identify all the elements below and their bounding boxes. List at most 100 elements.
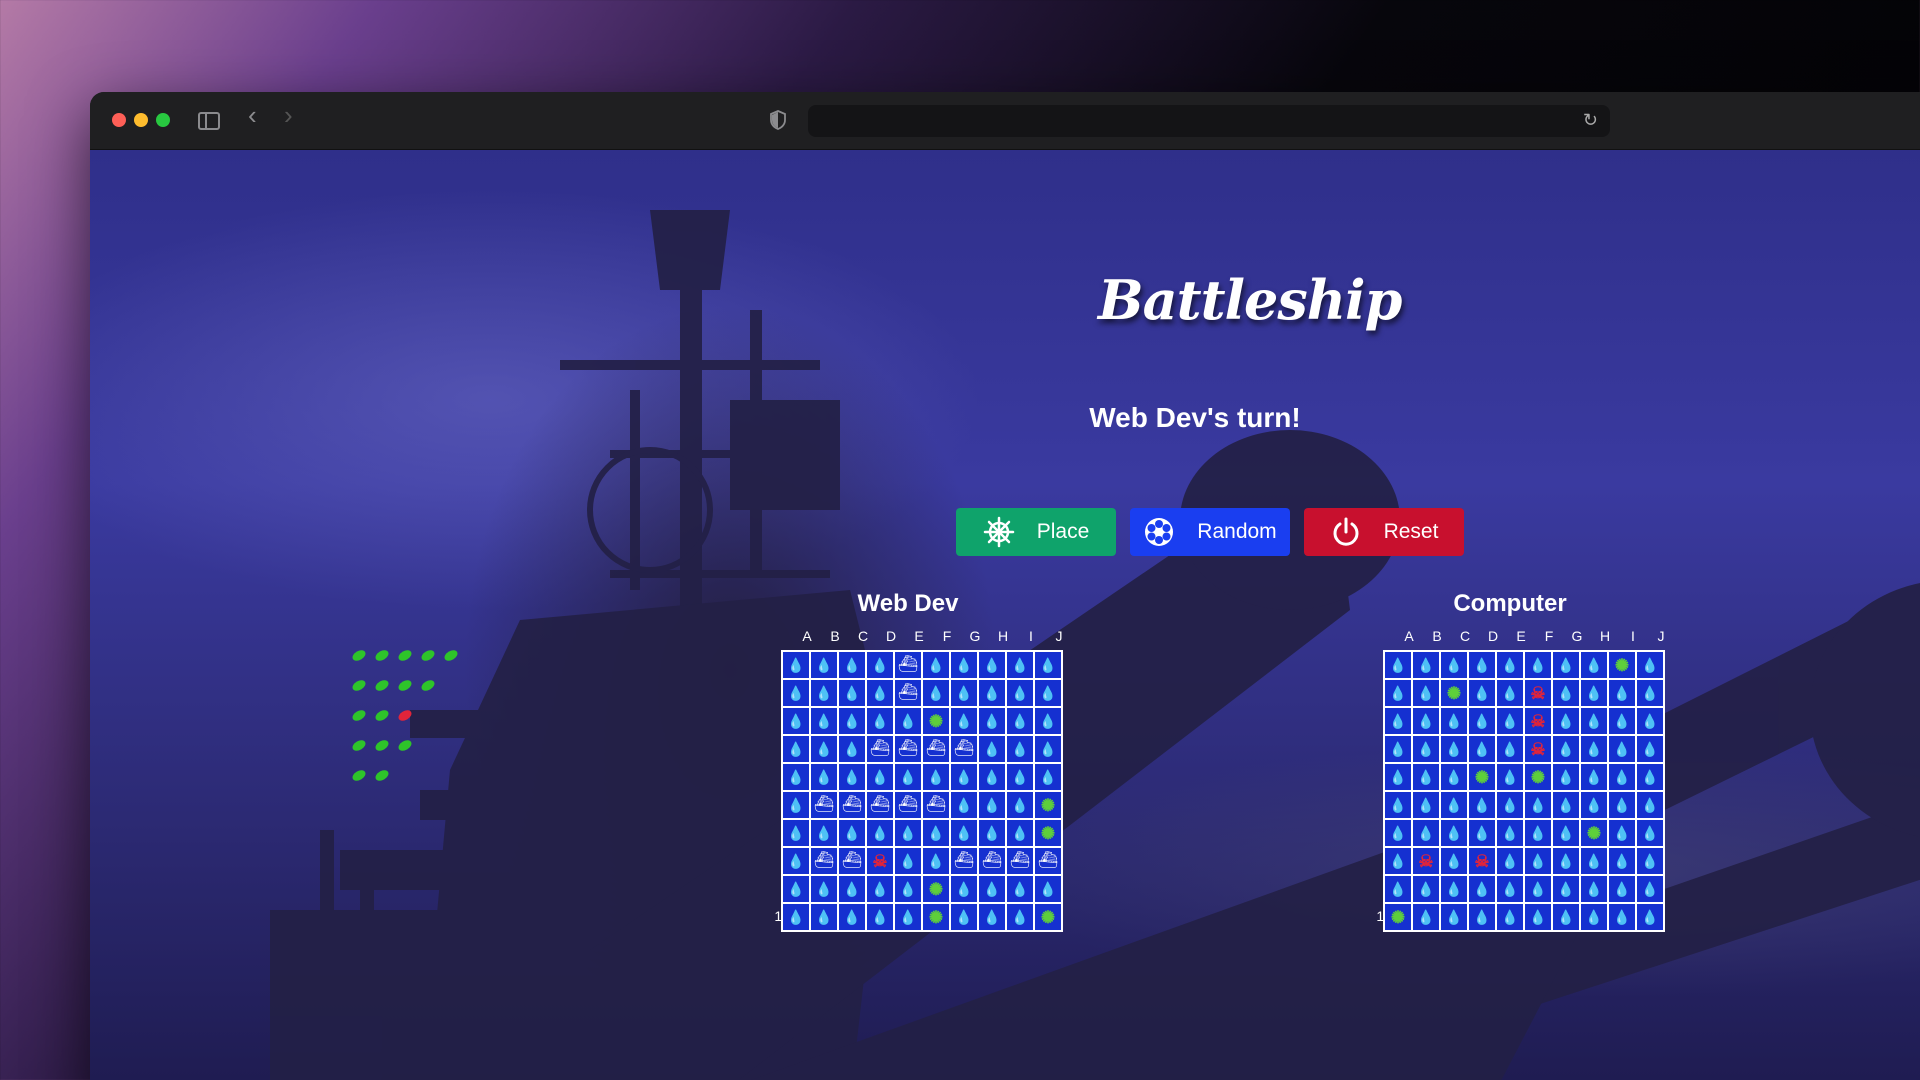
grid-cell-B9[interactable]: 💧 — [1412, 875, 1440, 903]
grid-cell-D6[interactable]: ⛴ — [866, 791, 894, 819]
grid-cell-C10[interactable]: 💧 — [838, 903, 866, 931]
grid-cell-I10[interactable]: 💧 — [1006, 903, 1034, 931]
grid-cell-A7[interactable]: 💧 — [1384, 819, 1412, 847]
address-bar[interactable]: ↻ — [808, 105, 1610, 137]
grid-cell-C10[interactable]: 💧 — [1440, 903, 1468, 931]
grid-cell-D1[interactable]: 💧 — [866, 651, 894, 679]
reset-button[interactable]: Reset — [1304, 508, 1464, 556]
grid-cell-G1[interactable]: 💧 — [1552, 651, 1580, 679]
grid-cell-E2[interactable]: ⛴ — [894, 679, 922, 707]
grid-cell-J6[interactable]: ✺ — [1034, 791, 1062, 819]
grid-cell-J3[interactable]: 💧 — [1034, 707, 1062, 735]
grid-cell-G6[interactable]: 💧 — [1552, 791, 1580, 819]
grid-cell-I6[interactable]: 💧 — [1608, 791, 1636, 819]
grid-cell-J6[interactable]: 💧 — [1636, 791, 1664, 819]
grid-cell-J2[interactable]: 💧 — [1034, 679, 1062, 707]
grid-cell-H7[interactable]: 💧 — [978, 819, 1006, 847]
grid-cell-J10[interactable]: ✺ — [1034, 903, 1062, 931]
grid-cell-B9[interactable]: 💧 — [810, 875, 838, 903]
grid-cell-F6[interactable]: ⛴ — [922, 791, 950, 819]
grid-cell-E1[interactable]: ⛴ — [894, 651, 922, 679]
grid-cell-C2[interactable]: 💧 — [838, 679, 866, 707]
grid-cell-H4[interactable]: 💧 — [1580, 735, 1608, 763]
grid-cell-B3[interactable]: 💧 — [810, 707, 838, 735]
grid-cell-A4[interactable]: 💧 — [1384, 735, 1412, 763]
grid-cell-E1[interactable]: 💧 — [1496, 651, 1524, 679]
grid-cell-D4[interactable]: 💧 — [1468, 735, 1496, 763]
grid-cell-I7[interactable]: 💧 — [1006, 819, 1034, 847]
grid-cell-D2[interactable]: 💧 — [866, 679, 894, 707]
grid-cell-C8[interactable]: 💧 — [1440, 847, 1468, 875]
grid-cell-D7[interactable]: 💧 — [866, 819, 894, 847]
grid-cell-I8[interactable]: ⛴ — [1006, 847, 1034, 875]
random-button[interactable]: Random — [1130, 508, 1290, 556]
grid-cell-A2[interactable]: 💧 — [782, 679, 810, 707]
grid-cell-E7[interactable]: 💧 — [894, 819, 922, 847]
grid-cell-D5[interactable]: 💧 — [866, 763, 894, 791]
grid-cell-G3[interactable]: 💧 — [1552, 707, 1580, 735]
grid-cell-J4[interactable]: 💧 — [1636, 735, 1664, 763]
grid-cell-B1[interactable]: 💧 — [1412, 651, 1440, 679]
grid-cell-H2[interactable]: 💧 — [978, 679, 1006, 707]
grid-cell-F4[interactable]: ⛴ — [922, 735, 950, 763]
grid-cell-H3[interactable]: 💧 — [1580, 707, 1608, 735]
grid-cell-H5[interactable]: 💧 — [978, 763, 1006, 791]
grid-cell-H7[interactable]: ✺ — [1580, 819, 1608, 847]
grid-cell-I10[interactable]: 💧 — [1608, 903, 1636, 931]
grid-cell-G8[interactable]: 💧 — [1552, 847, 1580, 875]
grid-cell-E8[interactable]: 💧 — [894, 847, 922, 875]
grid-cell-A5[interactable]: 💧 — [1384, 763, 1412, 791]
grid-cell-D7[interactable]: 💧 — [1468, 819, 1496, 847]
grid-cell-H6[interactable]: 💧 — [978, 791, 1006, 819]
sidebar-icon[interactable] — [198, 112, 220, 130]
grid-cell-E7[interactable]: 💧 — [1496, 819, 1524, 847]
grid-cell-C6[interactable]: ⛴ — [838, 791, 866, 819]
grid-cell-D5[interactable]: ✺ — [1468, 763, 1496, 791]
grid-cell-J5[interactable]: 💧 — [1636, 763, 1664, 791]
grid-cell-C4[interactable]: 💧 — [838, 735, 866, 763]
grid-cell-E6[interactable]: 💧 — [1496, 791, 1524, 819]
grid-cell-A6[interactable]: 💧 — [782, 791, 810, 819]
close-window-button[interactable] — [112, 113, 126, 127]
grid-cell-B4[interactable]: 💧 — [1412, 735, 1440, 763]
grid-cell-C4[interactable]: 💧 — [1440, 735, 1468, 763]
grid-cell-C2[interactable]: ✺ — [1440, 679, 1468, 707]
shield-icon[interactable] — [770, 110, 786, 130]
grid-cell-A10[interactable]: ✺ — [1384, 903, 1412, 931]
grid-cell-H9[interactable]: 💧 — [1580, 875, 1608, 903]
grid-cell-H4[interactable]: 💧 — [978, 735, 1006, 763]
grid-cell-A9[interactable]: 💧 — [1384, 875, 1412, 903]
grid-cell-I5[interactable]: 💧 — [1006, 763, 1034, 791]
grid-cell-E8[interactable]: 💧 — [1496, 847, 1524, 875]
place-button[interactable]: Place — [956, 508, 1116, 556]
grid-cell-G9[interactable]: 💧 — [1552, 875, 1580, 903]
grid-cell-B2[interactable]: 💧 — [1412, 679, 1440, 707]
grid-cell-F7[interactable]: 💧 — [1524, 819, 1552, 847]
grid-cell-I3[interactable]: 💧 — [1006, 707, 1034, 735]
grid-cell-C3[interactable]: 💧 — [1440, 707, 1468, 735]
grid-cell-E6[interactable]: ⛴ — [894, 791, 922, 819]
grid-cell-A8[interactable]: 💧 — [1384, 847, 1412, 875]
grid-cell-C7[interactable]: 💧 — [1440, 819, 1468, 847]
grid-cell-G5[interactable]: 💧 — [950, 763, 978, 791]
maximize-window-button[interactable] — [156, 113, 170, 127]
grid-cell-B6[interactable]: ⛴ — [810, 791, 838, 819]
grid-cell-C3[interactable]: 💧 — [838, 707, 866, 735]
grid-cell-B4[interactable]: 💧 — [810, 735, 838, 763]
grid-cell-C1[interactable]: 💧 — [838, 651, 866, 679]
grid-cell-D9[interactable]: 💧 — [866, 875, 894, 903]
grid-cell-J1[interactable]: 💧 — [1636, 651, 1664, 679]
grid-cell-H9[interactable]: 💧 — [978, 875, 1006, 903]
grid-cell-I3[interactable]: 💧 — [1608, 707, 1636, 735]
grid-cell-B10[interactable]: 💧 — [810, 903, 838, 931]
grid-cell-J7[interactable]: ✺ — [1034, 819, 1062, 847]
grid-cell-I6[interactable]: 💧 — [1006, 791, 1034, 819]
grid-cell-D3[interactable]: 💧 — [1468, 707, 1496, 735]
grid-cell-G9[interactable]: 💧 — [950, 875, 978, 903]
grid-cell-G6[interactable]: 💧 — [950, 791, 978, 819]
grid-cell-H2[interactable]: 💧 — [1580, 679, 1608, 707]
grid-cell-G5[interactable]: 💧 — [1552, 763, 1580, 791]
grid-cell-J9[interactable]: 💧 — [1636, 875, 1664, 903]
grid-cell-H6[interactable]: 💧 — [1580, 791, 1608, 819]
grid-cell-D2[interactable]: 💧 — [1468, 679, 1496, 707]
